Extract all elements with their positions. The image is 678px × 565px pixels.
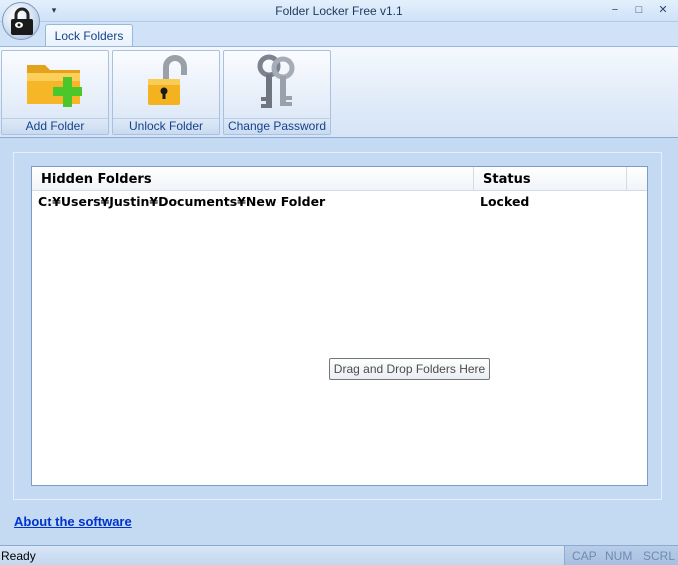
keys-icon xyxy=(257,54,295,108)
ribbon-tab-strip: Lock Folders xyxy=(0,22,678,48)
scroll-lock-indicator: SCRL xyxy=(643,549,676,563)
change-password-label: Change Password xyxy=(224,118,330,134)
ribbon-group-folders: Add Folder Unlock Folder Change Password xyxy=(1,50,331,135)
ribbon-panel: Add Folder Unlock Folder Change Password xyxy=(0,46,678,138)
column-header-hidden-folders[interactable]: Hidden Folders xyxy=(32,167,474,191)
caps-lock-indicator: CAP xyxy=(572,549,597,563)
tab-lock-folders[interactable]: Lock Folders xyxy=(45,24,133,48)
folder-path-cell: C:¥Users¥Justin¥Documents¥New Folder xyxy=(38,194,326,209)
column-header-status[interactable]: Status xyxy=(474,167,627,191)
unlock-folder-label: Unlock Folder xyxy=(113,118,219,134)
num-lock-indicator: NUM xyxy=(605,549,633,563)
status-text: Ready xyxy=(1,549,36,563)
minimize-button[interactable]: − xyxy=(604,2,626,18)
table-row[interactable]: C:¥Users¥Justin¥Documents¥New Folder Loc… xyxy=(32,192,647,212)
status-bar: Ready CAP NUM SCRL xyxy=(0,545,678,565)
hidden-folders-list[interactable]: Hidden Folders Status C:¥Users¥Justin¥Do… xyxy=(31,166,648,486)
window-title: Folder Locker Free v1.1 xyxy=(275,4,403,18)
status-indicators: CAP NUM SCRL xyxy=(564,546,678,565)
list-header: Hidden Folders Status xyxy=(32,167,647,191)
folder-status-cell: Locked xyxy=(480,194,530,209)
title-bar: ▾ Folder Locker Free v1.1 − □ ✕ xyxy=(0,0,678,22)
padlock-open-icon xyxy=(148,55,187,105)
change-password-button[interactable]: Change Password xyxy=(223,50,331,135)
unlock-folder-button[interactable]: Unlock Folder xyxy=(112,50,220,135)
add-folder-button[interactable]: Add Folder xyxy=(1,50,109,135)
drag-drop-hint: Drag and Drop Folders Here xyxy=(329,358,490,380)
app-menu-button[interactable] xyxy=(2,2,40,40)
close-button[interactable]: ✕ xyxy=(652,2,674,18)
folder-add-icon xyxy=(27,65,82,107)
padlock-app-icon xyxy=(11,7,33,35)
about-software-link[interactable]: About the software xyxy=(14,514,132,529)
maximize-button[interactable]: □ xyxy=(628,2,650,18)
add-folder-label: Add Folder xyxy=(2,118,108,134)
